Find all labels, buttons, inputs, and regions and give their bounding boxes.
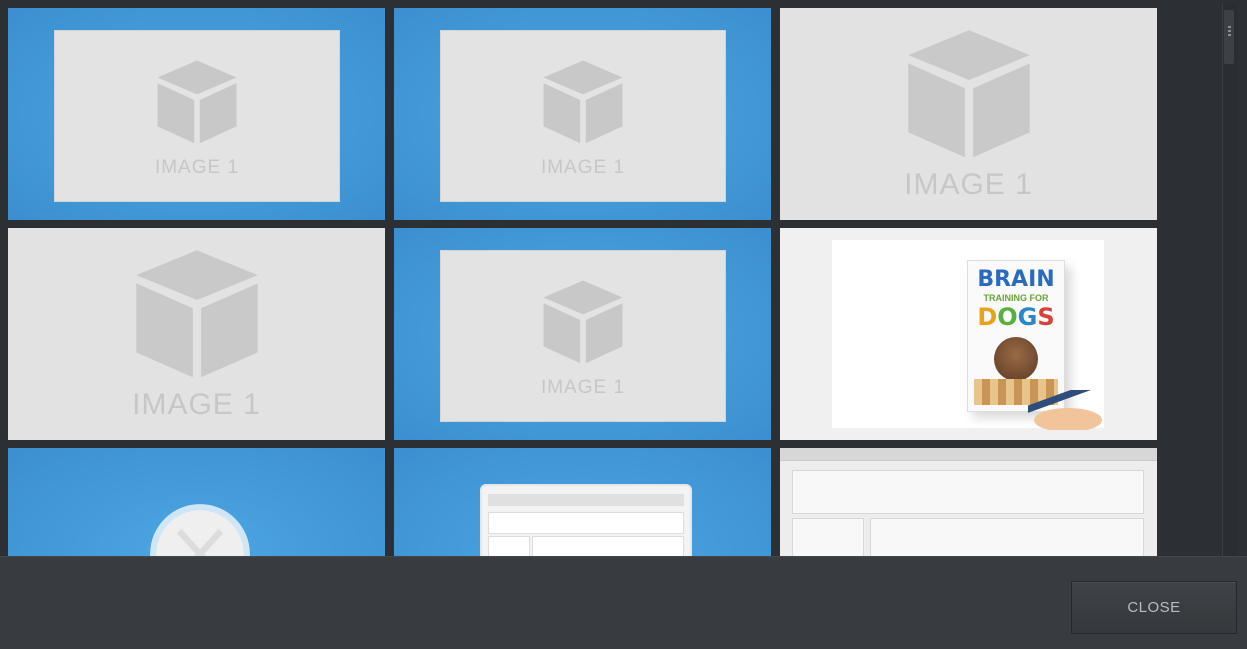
cube-icon (908, 30, 1030, 158)
app-menubar (780, 448, 1157, 461)
cube-icon (543, 60, 623, 144)
screenshot-panel (792, 470, 1144, 514)
letter: G (1017, 303, 1038, 331)
vertical-scrollbar[interactable] (1222, 4, 1237, 556)
book-title-dogs: DOGS (968, 303, 1064, 331)
image-tile[interactable]: IMAGE 1 (8, 8, 385, 220)
screenshot-panel (488, 536, 530, 556)
screenshot-panel (792, 518, 864, 556)
browser-toolbar (488, 494, 684, 506)
image-tile[interactable] (8, 448, 385, 556)
badge-icon (150, 504, 250, 556)
image-caption: IMAGE 1 (132, 388, 261, 421)
screenshot-panel (488, 512, 684, 534)
cube-icon (136, 250, 258, 378)
image-tile[interactable] (394, 448, 771, 556)
image-tile[interactable]: IMAGE 1 (394, 8, 771, 220)
screenshot-panel (532, 536, 684, 556)
screenshot-panel (870, 518, 1144, 556)
image-caption: IMAGE 1 (540, 157, 626, 178)
book-cover-image: BRAIN TRAINING FOR DOGS (832, 240, 1118, 430)
cube-icon (543, 280, 623, 364)
dog-image (994, 337, 1038, 381)
image-placeholder: IMAGE 1 (440, 30, 726, 202)
image-tile[interactable] (780, 448, 1157, 556)
scrollbar-thumb[interactable] (1224, 10, 1234, 64)
image-grid: IMAGE 1 IMAGE 1 IMAGE 1 IMAGE 1 IMAGE 1 … (8, 8, 1166, 556)
image-caption: IMAGE 1 (904, 168, 1033, 201)
close-button[interactable]: CLOSE (1071, 581, 1237, 634)
image-caption: IMAGE 1 (154, 157, 240, 178)
letter: D (977, 303, 998, 331)
app-screenshot (780, 448, 1157, 556)
browser-screenshot (480, 484, 692, 556)
image-tile[interactable]: IMAGE 1 (8, 228, 385, 440)
image-tile[interactable]: BRAIN TRAINING FOR DOGS (780, 228, 1157, 440)
grip-icon (1228, 26, 1231, 36)
image-tile[interactable]: IMAGE 1 (394, 228, 771, 440)
image-placeholder: IMAGE 1 (54, 30, 340, 202)
image-picker-dialog: IMAGE 1 IMAGE 1 IMAGE 1 IMAGE 1 IMAGE 1 … (0, 0, 1247, 649)
image-placeholder: IMAGE 1 (440, 250, 726, 422)
dialog-footer (0, 556, 1247, 649)
hand-pen-icon (1028, 390, 1118, 430)
image-caption: IMAGE 1 (540, 377, 626, 398)
book-title: BRAIN (977, 267, 1055, 292)
image-tile[interactable]: IMAGE 1 (780, 8, 1157, 220)
cube-icon (157, 60, 237, 144)
letter: S (1037, 303, 1055, 331)
book-subtitle: TRAINING FOR (983, 293, 1049, 303)
letter: O (997, 303, 1018, 331)
